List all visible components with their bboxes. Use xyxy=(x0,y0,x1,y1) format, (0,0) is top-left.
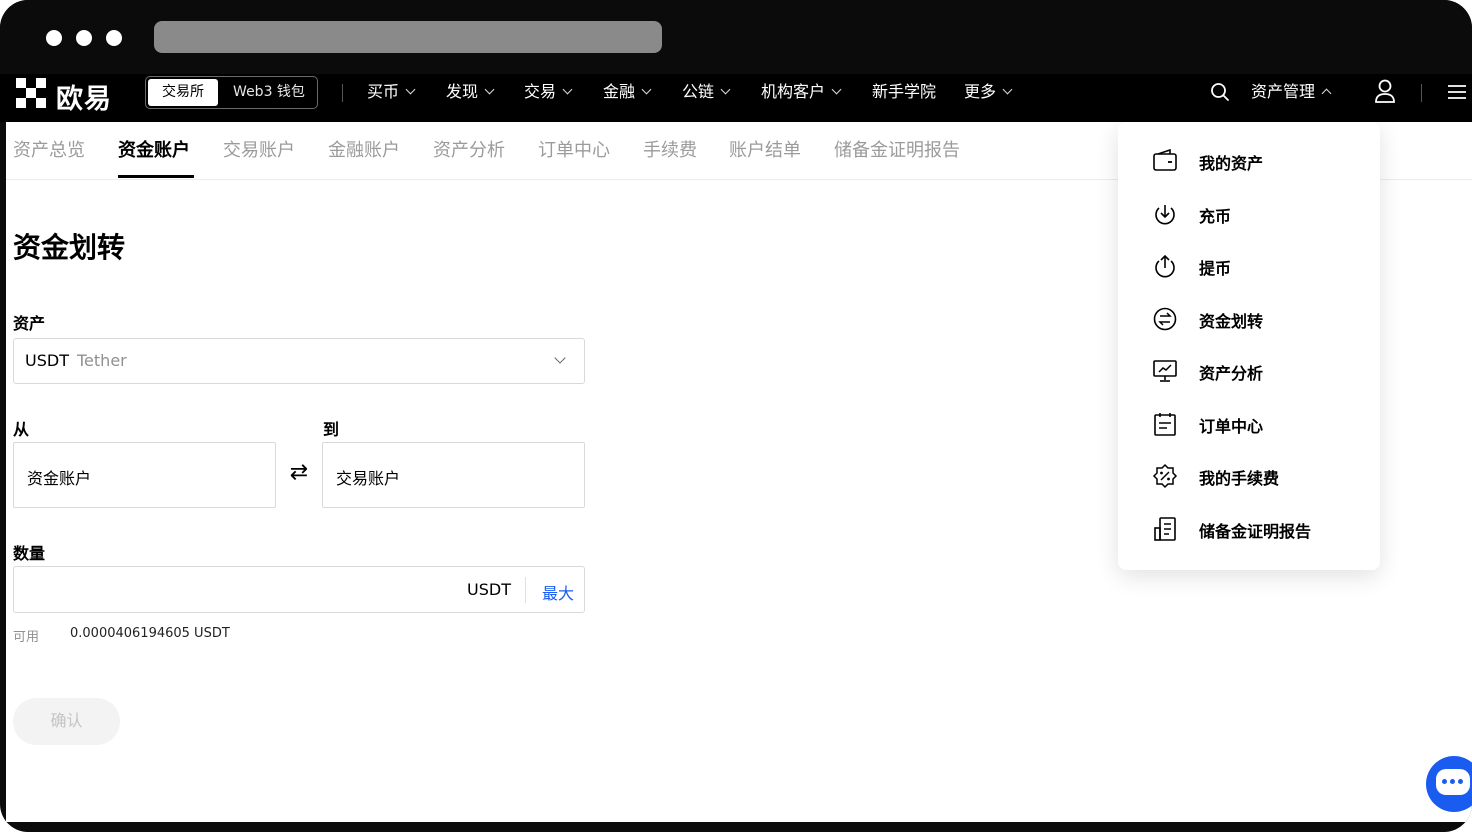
asset-label: 资产 xyxy=(13,314,46,333)
dropdown-item-asset-analysis[interactable]: 资产分析 xyxy=(1118,345,1380,397)
nav-institutional[interactable]: 机构客户 xyxy=(761,80,842,104)
tab-order-center[interactable]: 订单中心 xyxy=(538,136,610,162)
browser-titlebar xyxy=(0,0,1472,74)
transfer-icon xyxy=(1152,306,1178,332)
nav-more[interactable]: 更多 xyxy=(964,80,1013,104)
wallet-icon xyxy=(1152,148,1178,174)
active-tab-indicator xyxy=(118,175,194,178)
window-minimize-dot[interactable] xyxy=(76,30,92,46)
top-nav: 欧易 交易所 Web3 钱包 买币 发现 交易 金融 公链 机构客户 新手学院 … xyxy=(0,74,1472,122)
window-close-dot[interactable] xyxy=(46,30,62,46)
tab-funding-account[interactable]: 资金账户 xyxy=(118,136,190,162)
chat-bubble-icon xyxy=(1436,769,1470,795)
chevron-down-icon xyxy=(554,352,566,364)
nav-chain[interactable]: 公链 xyxy=(682,80,731,104)
quantity-input[interactable]: USDT 最大 xyxy=(13,566,585,613)
nav-buy-crypto[interactable]: 买币 xyxy=(367,80,416,104)
asset-management-dropdown: 我的资产 充币 提币 资金划转 资产分析 订单中心 我的手续费 储备金证明报告 xyxy=(1118,122,1380,570)
address-bar[interactable] xyxy=(154,21,662,53)
tab-finance-account[interactable]: 金融账户 xyxy=(328,136,400,162)
chevron-down-icon xyxy=(405,84,416,95)
from-account-select[interactable]: 资金账户 xyxy=(13,442,276,508)
menu-icon[interactable] xyxy=(1448,84,1466,100)
asset-symbol: USDT xyxy=(25,351,69,370)
to-account-value: 交易账户 xyxy=(336,469,401,488)
dropdown-item-my-assets[interactable]: 我的资产 xyxy=(1118,135,1380,187)
dropdown-item-transfer[interactable]: 资金划转 xyxy=(1118,293,1380,345)
available-value: 0.0000406194605 USDT xyxy=(70,626,230,641)
chevron-down-icon xyxy=(562,84,573,95)
dropdown-item-my-fees[interactable]: 我的手续费 xyxy=(1118,450,1380,502)
swap-accounts-icon[interactable]: ⇄ xyxy=(286,460,312,486)
page-title: 资金划转 xyxy=(13,231,126,264)
logo-text: 欧易 xyxy=(56,84,112,115)
fee-icon xyxy=(1152,463,1178,489)
to-label: 到 xyxy=(323,420,340,439)
nav-asset-management[interactable]: 资产管理 xyxy=(1251,80,1332,104)
deposit-icon xyxy=(1152,201,1178,227)
dropdown-item-proof-of-reserves[interactable]: 储备金证明报告 xyxy=(1118,503,1380,555)
chevron-down-icon xyxy=(831,84,842,95)
user-icon[interactable] xyxy=(1374,78,1396,104)
nav-academy[interactable]: 新手学院 xyxy=(872,80,936,104)
okx-logo[interactable]: 欧易 xyxy=(16,78,126,115)
order-icon xyxy=(1152,411,1178,437)
to-account-select[interactable]: 交易账户 xyxy=(322,442,585,508)
asset-select[interactable]: USDT Tether xyxy=(13,338,585,384)
chevron-down-icon xyxy=(641,84,652,95)
browser-window: 欧易 交易所 Web3 钱包 买币 发现 交易 金融 公链 机构客户 新手学院 … xyxy=(0,0,1472,832)
nav-trade[interactable]: 交易 xyxy=(524,80,573,104)
analysis-icon xyxy=(1152,358,1178,384)
quantity-divider xyxy=(525,577,526,603)
asset-name: Tether xyxy=(77,351,127,370)
quantity-label: 数量 xyxy=(13,544,46,563)
logo-mark-icon xyxy=(16,78,46,108)
platform-switch: 交易所 Web3 钱包 xyxy=(145,76,318,109)
web3-wallet-tab[interactable]: Web3 钱包 xyxy=(224,79,314,106)
chevron-down-icon xyxy=(484,84,495,95)
dropdown-item-order-center[interactable]: 订单中心 xyxy=(1118,398,1380,450)
max-button[interactable]: 最大 xyxy=(542,580,574,604)
dropdown-item-deposit[interactable]: 充币 xyxy=(1118,188,1380,240)
tab-trading-account[interactable]: 交易账户 xyxy=(223,136,295,162)
search-icon[interactable] xyxy=(1210,82,1230,102)
from-account-value: 资金账户 xyxy=(27,469,92,488)
report-icon xyxy=(1152,516,1178,542)
nav-finance[interactable]: 金融 xyxy=(603,80,652,104)
from-label: 从 xyxy=(13,420,30,439)
tab-asset-overview[interactable]: 资产总览 xyxy=(13,136,85,162)
dropdown-item-withdraw[interactable]: 提币 xyxy=(1118,240,1380,292)
chevron-up-icon xyxy=(1321,88,1332,99)
withdraw-icon xyxy=(1152,253,1178,279)
confirm-button[interactable]: 确认 xyxy=(13,698,120,745)
quantity-unit: USDT xyxy=(467,580,511,599)
exchange-tab[interactable]: 交易所 xyxy=(148,79,218,106)
chevron-down-icon xyxy=(1002,84,1013,95)
chevron-down-icon xyxy=(720,84,731,95)
nav-discover[interactable]: 发现 xyxy=(446,80,495,104)
window-maximize-dot[interactable] xyxy=(106,30,122,46)
tab-proof-of-reserves[interactable]: 储备金证明报告 xyxy=(834,136,960,162)
tab-fees[interactable]: 手续费 xyxy=(643,136,697,162)
available-label: 可用 xyxy=(13,630,40,645)
nav-divider xyxy=(1421,84,1422,102)
nav-divider xyxy=(342,84,343,102)
tab-account-statement[interactable]: 账户结单 xyxy=(729,136,801,162)
tab-asset-analysis[interactable]: 资产分析 xyxy=(433,136,505,162)
